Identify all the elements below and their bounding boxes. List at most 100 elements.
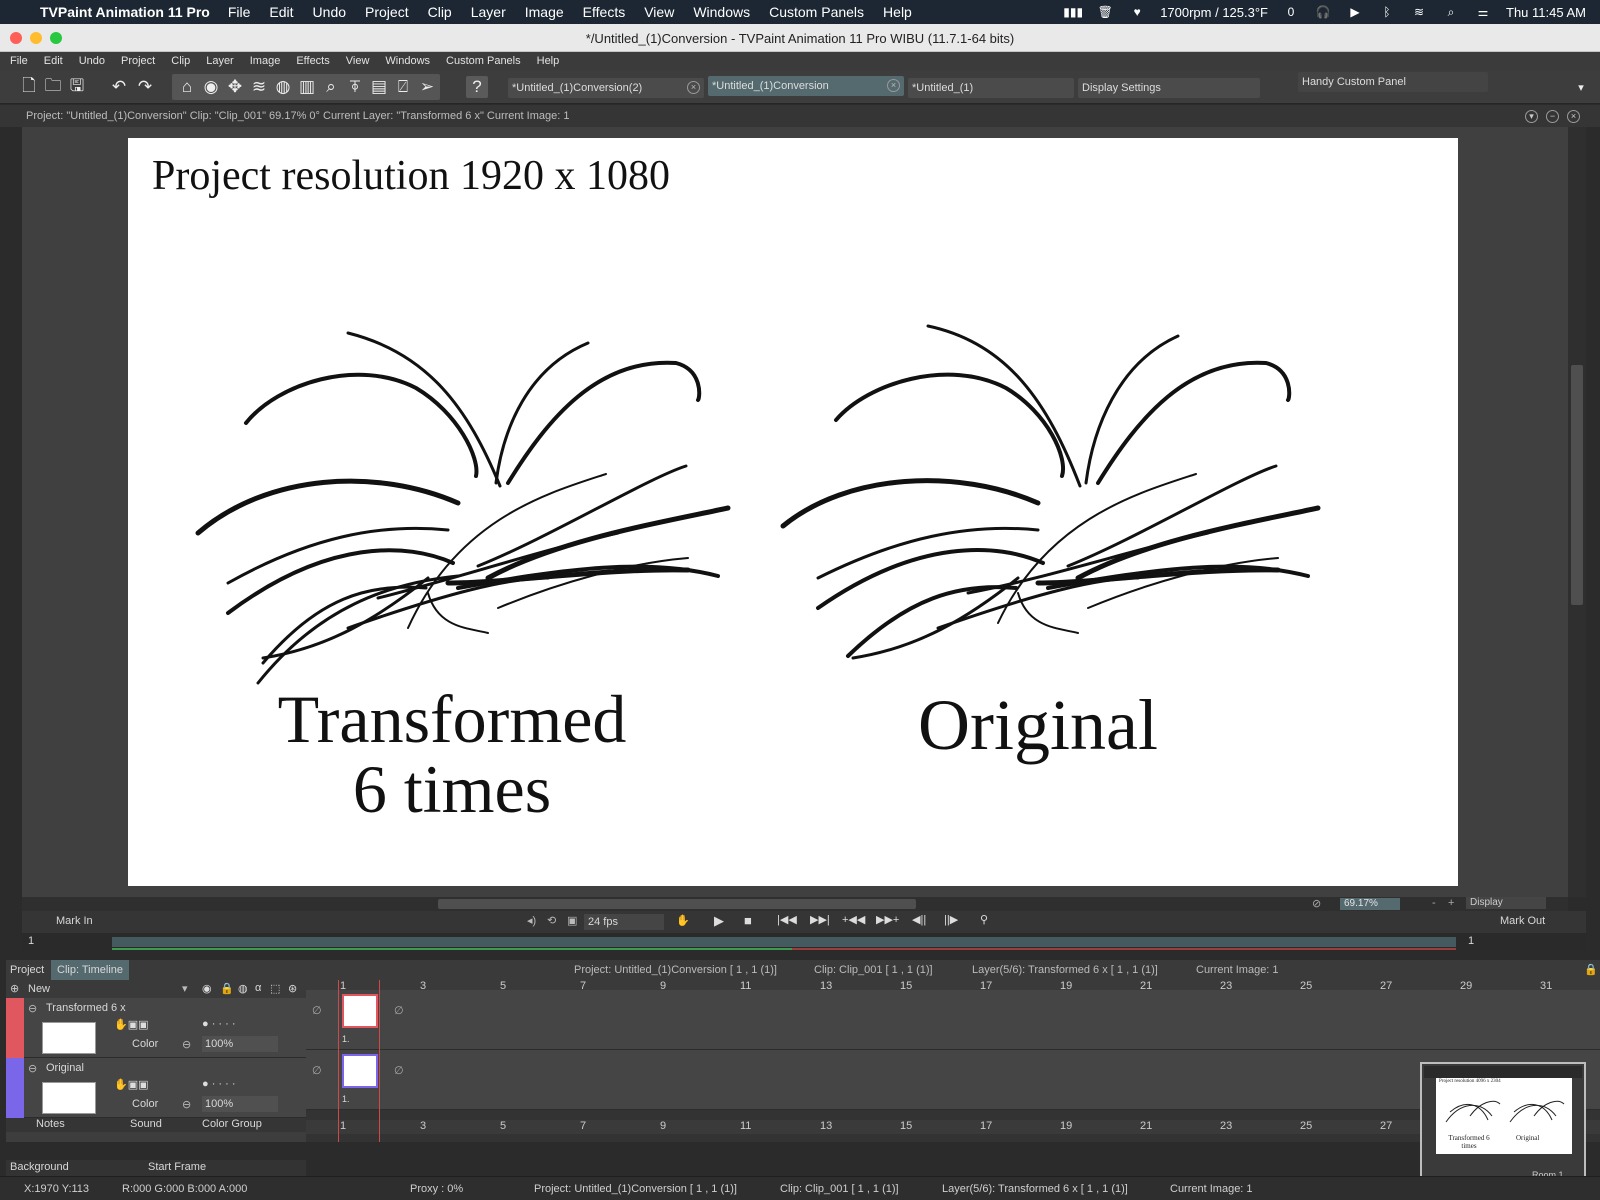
paper-plane-icon[interactable]: ➢: [416, 76, 438, 98]
app-menu-windows[interactable]: Windows: [385, 55, 430, 67]
minimize-panel-icon[interactable]: −: [1546, 110, 1559, 123]
menubar-image[interactable]: Image: [525, 4, 564, 20]
display-dropdown[interactable]: Display: [1466, 897, 1546, 909]
hand-icon[interactable]: ✋: [676, 914, 690, 927]
step-forward-icon[interactable]: ▶▶+: [876, 913, 899, 926]
mark-in-label[interactable]: Mark In: [56, 915, 93, 927]
magnifier-icon[interactable]: ⌕: [320, 76, 342, 98]
layer-tools-icon[interactable]: ✋▣▣: [114, 1078, 148, 1091]
menubar-effects[interactable]: Effects: [583, 4, 626, 20]
lightbulb-icon[interactable]: ◍: [272, 76, 294, 98]
time-slider[interactable]: 1 1: [22, 933, 1586, 951]
ruler-icon[interactable]: ▥: [296, 76, 318, 98]
menubar-view[interactable]: View: [644, 4, 674, 20]
menubar-layer[interactable]: Layer: [471, 4, 506, 20]
mark-out-label[interactable]: Mark Out: [1500, 915, 1545, 927]
marker-icon[interactable]: ⚲: [980, 913, 988, 926]
app-menu-project[interactable]: Project: [121, 55, 155, 67]
headphones-icon[interactable]: 🎧: [1314, 5, 1332, 19]
layer-name[interactable]: Original: [46, 1062, 84, 1074]
lock-icon[interactable]: 🔒: [1584, 963, 1598, 976]
color-group-button[interactable]: Color Group: [202, 1118, 262, 1130]
stamp-icon[interactable]: ⊛: [288, 982, 297, 995]
frame-number[interactable]: 21: [1140, 1120, 1152, 1132]
start-frame-value[interactable]: 1: [28, 935, 34, 947]
menubar-file[interactable]: File: [228, 4, 251, 20]
frame-number[interactable]: 17: [980, 1120, 992, 1132]
display-settings-panel[interactable]: Display Settings: [1078, 78, 1260, 98]
opacity-minus-icon[interactable]: ⊖: [182, 1098, 191, 1111]
layer-row-original[interactable]: ⊖ Original ✋▣▣ ● · · · · Color ⊖ 100%: [6, 1058, 306, 1118]
zoom-field[interactable]: 69.17%: [1340, 898, 1400, 910]
layer-blend-mode[interactable]: Color: [132, 1098, 158, 1110]
color-wheel-icon[interactable]: ◉: [200, 76, 222, 98]
wifi-icon[interactable]: ≋: [1410, 5, 1428, 19]
new-layer-icon[interactable]: ⊕: [10, 982, 19, 995]
frame-track-transformed[interactable]: ∅ ∅ 1.: [306, 990, 1600, 1050]
health-icon[interactable]: ♥: [1128, 5, 1146, 19]
start-frame-label[interactable]: Start Frame: [148, 1161, 206, 1173]
vertical-scroll-thumb[interactable]: [1571, 365, 1583, 605]
audio-icon[interactable]: ▮▮▮: [1063, 5, 1083, 19]
panel-menu-icon[interactable]: ▾: [1570, 76, 1592, 98]
lock-layer-icon[interactable]: 🔒: [220, 982, 234, 995]
close-tab-icon[interactable]: ×: [687, 81, 700, 94]
rotate-icon[interactable]: ⊘: [1312, 897, 1321, 910]
notes-button[interactable]: Notes: [36, 1118, 65, 1130]
menubar-custom-panels[interactable]: Custom Panels: [769, 4, 864, 20]
frame-number[interactable]: 7: [580, 1120, 586, 1132]
frame-number[interactable]: 13: [820, 1120, 832, 1132]
light-icon[interactable]: ◍: [238, 982, 248, 995]
handy-custom-panel[interactable]: Handy Custom Panel: [1298, 72, 1488, 92]
frame-number[interactable]: 25: [1300, 1120, 1312, 1132]
fan-status[interactable]: 1700rpm / 125.3°F: [1160, 5, 1268, 20]
go-last-icon[interactable]: ▶▶|: [810, 913, 830, 926]
undo-icon[interactable]: ↶: [108, 76, 130, 98]
layer-visibility-dots[interactable]: ● · · · ·: [202, 1078, 236, 1090]
library-icon[interactable]: ▤: [368, 76, 390, 98]
horizontal-scroll-thumb[interactable]: [438, 899, 916, 909]
layer-opacity[interactable]: 100%: [202, 1096, 278, 1112]
app-menu-image[interactable]: Image: [250, 55, 281, 67]
tab-project-timeline[interactable]: Project: [10, 964, 44, 976]
app-menu-clip[interactable]: Clip: [171, 55, 190, 67]
app-menu-custom-panels[interactable]: Custom Panels: [446, 55, 521, 67]
open-file-icon[interactable]: 🗀: [42, 76, 64, 98]
search-icon[interactable]: ⌕: [1442, 5, 1460, 19]
stop-icon[interactable]: ■: [744, 913, 752, 928]
frame-number[interactable]: 9: [660, 1120, 666, 1132]
app-menu-effects[interactable]: Effects: [296, 55, 329, 67]
pin-icon[interactable]: ⍕: [344, 76, 366, 98]
fps-dropdown[interactable]: 24 fps: [584, 914, 664, 930]
timeline-frames[interactable]: 1 3 5 7 9 11 13 15 17 19 21 23 25 27 29 31 ∅ ∅ 1. ∅ ∅ 1…: [306, 980, 1600, 1142]
app-menu-edit[interactable]: Edit: [44, 55, 63, 67]
frame-number[interactable]: 15: [900, 1120, 912, 1132]
layer-visibility-dots[interactable]: ● · · · ·: [202, 1018, 236, 1030]
save-icon[interactable]: 🖫: [66, 76, 88, 98]
app-menu-title[interactable]: TVPaint Animation 11 Pro: [40, 4, 210, 20]
menubar-undo[interactable]: Undo: [313, 4, 346, 20]
menubar-edit[interactable]: Edit: [269, 4, 293, 20]
selection-icon[interactable]: ⬚: [270, 982, 280, 995]
play-circle-icon[interactable]: ▶: [1346, 5, 1364, 19]
collapse-layer-icon[interactable]: ⊖: [28, 1062, 37, 1075]
menubar-clip[interactable]: Clip: [428, 4, 452, 20]
app-menu-view[interactable]: View: [346, 55, 370, 67]
layers-icon[interactable]: ≋: [248, 76, 270, 98]
fit-icon[interactable]: ▣: [567, 914, 577, 927]
end-frame-value[interactable]: 1: [1468, 935, 1474, 947]
bluetooth-icon[interactable]: ᛒ: [1378, 5, 1396, 19]
menubar-windows[interactable]: Windows: [693, 4, 750, 20]
layer-name[interactable]: Transformed 6 x: [46, 1002, 126, 1014]
drawing-canvas[interactable]: Project resolution 1920 x 1080 Transform…: [128, 138, 1458, 886]
trash-icon[interactable]: 🗑: [1096, 5, 1114, 19]
go-first-icon[interactable]: |◀◀: [777, 913, 797, 926]
layer-color-swatch[interactable]: [6, 1058, 24, 1118]
zoom-in-button[interactable]: +: [1448, 897, 1454, 909]
dropdown-icon[interactable]: ▾: [182, 982, 188, 995]
control-center-icon[interactable]: ⚌: [1474, 5, 1492, 19]
layer-tools-icon[interactable]: ✋▣▣: [114, 1018, 148, 1031]
graph-icon[interactable]: ⍁: [392, 76, 414, 98]
tab-untitled[interactable]: *Untitled_(1): [908, 78, 1074, 98]
frame-number[interactable]: 27: [1380, 1120, 1392, 1132]
